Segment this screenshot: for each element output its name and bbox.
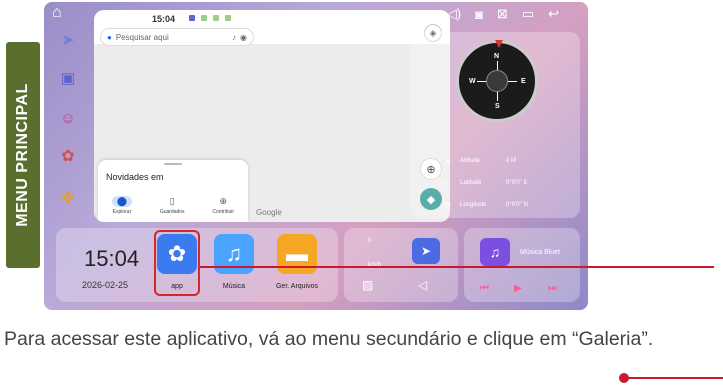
map-bottom-sheet[interactable]: Novidades em ⬤ Explorar ▯ Guardados ⊕ Contr…	[98, 160, 248, 222]
latitude-value: 0°0'0'' E	[506, 179, 528, 186]
send-icon[interactable]: ◁	[418, 278, 427, 292]
file-manager-label: Ger. Arquivos	[275, 283, 319, 290]
settings-icon[interactable]: ✿	[56, 144, 80, 168]
back-icon[interactable]: ↩	[548, 6, 559, 22]
map-search-input[interactable]: ● Pesquisar aqui ♪ ◉	[100, 28, 254, 46]
map-pin-icon: ●	[107, 32, 112, 42]
navigation-arrow-icon[interactable]: ➤	[412, 238, 440, 264]
compass-west: W	[469, 78, 476, 85]
play-icon[interactable]: ▶	[514, 283, 522, 294]
longitude-label: Longitude	[460, 201, 487, 208]
highlight-box	[154, 230, 200, 296]
compass-east: E	[521, 78, 526, 85]
next-track-icon[interactable]: ⏭	[548, 283, 557, 294]
altitude-label: Altitude	[460, 157, 481, 164]
picture-in-picture-icon[interactable]: ▣	[56, 66, 80, 90]
caption-underline	[624, 377, 723, 379]
dock-date: 2026-02-25	[82, 280, 129, 290]
tab-contribuir[interactable]: ⊕ Contribuir	[212, 196, 234, 215]
caption-dot	[619, 373, 629, 383]
location-icon: ◎	[424, 8, 433, 20]
explore-icon: ⬤	[111, 196, 132, 207]
music-app-icon[interactable]: ♫	[214, 234, 254, 274]
latitude-label: Latitude	[460, 179, 482, 186]
compass-dial: N S W E	[456, 40, 538, 122]
compass-needle	[495, 40, 503, 48]
map-search-placeholder: Pesquisar aqui	[115, 32, 169, 42]
bluetooth-music-icon[interactable]: ♫	[480, 238, 510, 266]
altitude-row: ▲ Altitude 0 M	[444, 156, 574, 165]
status-time: 15:04	[152, 14, 176, 24]
pointer-line	[200, 266, 714, 268]
music-app-label: Música	[222, 283, 246, 290]
page: MENU PRINCIPAL ⌂ ➤ ▣ ☺ ✿ ✤ 15:04 ● Pesqu…	[0, 0, 723, 392]
screenshot-icon[interactable]: ◙	[475, 7, 483, 22]
account-icon[interactable]: ◉	[240, 33, 247, 42]
mountain-icon: ▲	[444, 156, 452, 165]
sheet-title: Novidades em	[106, 172, 164, 182]
file-manager-icon[interactable]: ▬	[277, 234, 317, 274]
compass-widget[interactable]: N S W E ▲ Altitude 0 M ◐ Latitude 0°0'0'…	[410, 32, 580, 218]
dock-clock: 15:04	[84, 246, 140, 271]
tab-explorar-label: Explorar	[112, 209, 132, 215]
longitude-icon: ◎	[444, 200, 451, 209]
speed-value: 0	[368, 238, 372, 244]
gallery-icon[interactable]: ▨	[362, 278, 373, 292]
previous-track-icon[interactable]: ⏮	[480, 283, 489, 294]
longitude-row: ◎ Longitude 0°0'0'' N	[444, 200, 574, 209]
bookmark-icon: ▯	[169, 196, 175, 206]
menu-principal-tab: MENU PRINCIPAL	[6, 42, 40, 268]
tab-guardados-label: Guardados	[159, 209, 185, 215]
latitude-row: ◐ Latitude 0°0'0'' E	[444, 178, 574, 187]
music-title: Música Bluet	[520, 249, 561, 256]
map-widget[interactable]: 15:04 ● Pesquisar aqui ♪ ◉ ◈ ⊕ ◆ Novidad…	[94, 10, 450, 222]
volume-icon[interactable]: ◁)	[447, 6, 461, 22]
tab-contribuir-label: Contribuir	[212, 209, 235, 215]
instruction-caption: Para acessar este aplicativo, vá ao menu…	[4, 328, 654, 350]
status-indicators	[189, 15, 231, 21]
compass-south: S	[495, 103, 500, 110]
google-logo: Google	[256, 208, 282, 217]
mic-icon[interactable]: ♪	[232, 33, 236, 42]
latitude-icon: ◐	[444, 178, 449, 187]
add-icon: ⊕	[219, 196, 227, 206]
theme-icon[interactable]: ☺	[56, 106, 80, 130]
sheet-handle[interactable]	[164, 163, 182, 165]
menu-principal-label: MENU PRINCIPAL	[14, 83, 31, 227]
navigation-icon[interactable]: ➤	[56, 28, 80, 52]
apps-grid-icon[interactable]: ✤	[56, 186, 80, 210]
longitude-value: 0°0'0'' N	[506, 201, 528, 208]
tab-guardados[interactable]: ▯ Guardados	[160, 196, 185, 215]
close-window-icon[interactable]: ⊠	[497, 6, 508, 22]
tab-explorar[interactable]: ⬤ Explorar	[111, 196, 132, 215]
map-tabs: ⬤ Explorar ▯ Guardados ⊕ Contribuir	[98, 196, 248, 215]
recent-apps-icon[interactable]: ▭	[522, 6, 534, 22]
compass-north: N	[494, 53, 500, 60]
top-system-icons: ◎ ◁) ◙ ⊠ ▭ ↩	[424, 6, 559, 22]
altitude-value: 0 M	[506, 157, 517, 164]
compass-center	[486, 70, 508, 92]
